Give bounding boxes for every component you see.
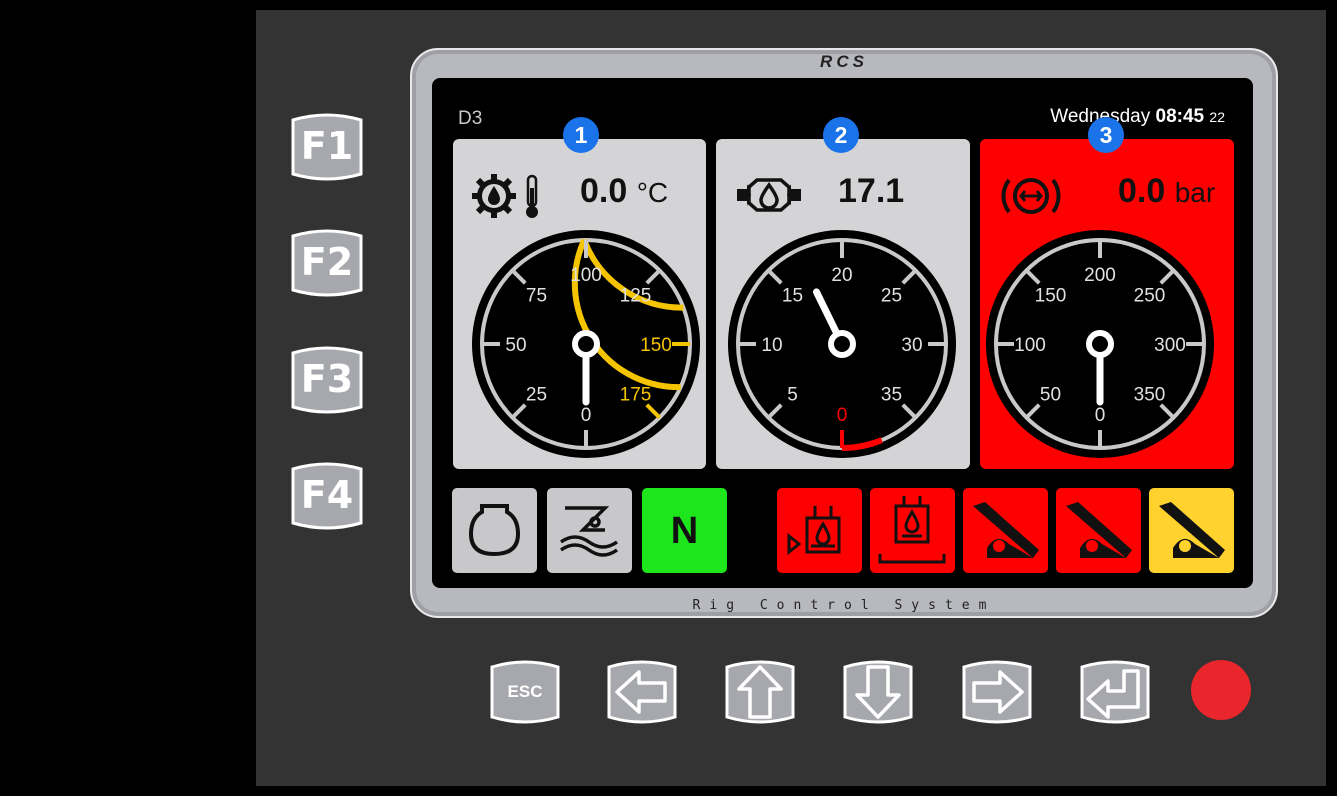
gauge-tick-label: 175 (620, 384, 652, 405)
right-arrow-icon (962, 660, 1032, 724)
right-arrow-button[interactable] (958, 655, 1036, 729)
oil-drop-gear-icon (737, 178, 801, 212)
pedal-icon (973, 502, 1039, 558)
neutral-icon: N (670, 510, 699, 552)
gauge-tick-label: 0 (1095, 405, 1106, 426)
speed-gauge: 0 5 10 15 20 25 30 35 (728, 230, 956, 458)
bucket-icon (559, 506, 619, 557)
pedal-icon (1066, 502, 1132, 558)
gauge-tick-label: 150 (640, 335, 672, 356)
marker-3: 3 (1088, 117, 1124, 153)
up-arrow-button[interactable] (721, 655, 799, 729)
gear-thermometer-icon (472, 174, 538, 218)
status-tile-pedal-3[interactable] (1149, 488, 1234, 573)
gauge-tick-label: 10 (761, 335, 782, 356)
esc-label: ESC (507, 682, 543, 701)
gauge-tick-label: 250 (1134, 286, 1166, 307)
brake-warning-icon (1001, 178, 1061, 214)
f2-key[interactable]: F2 (287, 224, 367, 302)
gauge-tick-label: 100 (570, 265, 602, 286)
gauge-tick-label: 200 (1084, 265, 1116, 286)
gauge-tick-label: 20 (831, 265, 852, 286)
engine-icon (468, 504, 521, 557)
down-arrow-icon (843, 660, 913, 724)
oil-tank-icon (878, 496, 946, 564)
oil-level-icon (787, 506, 841, 556)
f3-key-label: F3 (300, 357, 354, 401)
gauge-tick-label: 35 (881, 384, 902, 405)
status-tile-oil-level[interactable] (777, 488, 862, 573)
status-led (1191, 660, 1251, 720)
esc-button[interactable]: ESC (486, 655, 564, 729)
f4-key[interactable]: F4 (287, 457, 367, 535)
pressure-gauge: 0 50 100 150 200 250 300 350 (986, 230, 1214, 458)
status-tile-neutral[interactable]: N (642, 488, 727, 573)
gauge-hub (828, 330, 856, 358)
f4-key-label: F4 (300, 473, 354, 517)
status-tile-pedal-2[interactable] (1056, 488, 1141, 573)
gauge-tick-label: 25 (881, 286, 902, 307)
clock-time: 08:45 (1155, 106, 1205, 127)
gauge-tick-label: 300 (1154, 335, 1186, 356)
gauge-tick-label: 350 (1134, 384, 1166, 405)
pressure-reading: 0.0 bar (1118, 172, 1215, 211)
temperature-reading: 0.0 °C (580, 172, 668, 211)
gauge-tick-label: 150 (1035, 286, 1067, 307)
gauge-tick-label: 75 (526, 286, 547, 307)
gauge-tick-label: 25 (526, 384, 547, 405)
gauge-hub (1086, 330, 1114, 358)
f2-key-label: F2 (300, 240, 354, 284)
speed-reading: 17.1 (838, 172, 904, 211)
pressure-value: 0.0 (1118, 172, 1166, 210)
page-label: D3 (458, 108, 483, 129)
enter-button[interactable] (1076, 655, 1154, 729)
status-tile-pedal-1[interactable] (963, 488, 1048, 573)
left-arrow-icon (607, 660, 677, 724)
gauge-tick-label: 15 (782, 286, 803, 307)
marker-2: 2 (823, 117, 859, 153)
marker-1: 1 (563, 117, 599, 153)
enter-icon (1080, 660, 1150, 724)
gauge-tick-label: 100 (1014, 335, 1046, 356)
speed-value: 17.1 (838, 172, 905, 210)
temperature-value: 0.0 (580, 172, 628, 210)
up-arrow-icon (725, 660, 795, 724)
gauge-tick-label: 0 (837, 405, 848, 426)
gauge-tick-label: 5 (787, 384, 798, 405)
temperature-gauge: 0 25 50 75 100 125 150 175 (472, 230, 700, 458)
left-arrow-button[interactable] (603, 655, 681, 729)
brand-logo: RCS (820, 52, 868, 71)
f1-key[interactable]: F1 (287, 108, 367, 186)
f1-key-label: F1 (300, 124, 354, 168)
gauge-tick-label: 125 (620, 286, 652, 307)
clock-seconds: 22 (1209, 109, 1225, 125)
gauge-tick-label: 0 (581, 405, 592, 426)
status-tile-engine[interactable] (452, 488, 537, 573)
down-arrow-button[interactable] (839, 655, 917, 729)
gauge-tick-label: 30 (901, 335, 922, 356)
gauge-hub (572, 330, 600, 358)
footer-caption: Rig Control System (692, 598, 996, 613)
temperature-unit: °C (636, 177, 669, 208)
gauge-tick-label: 50 (505, 335, 526, 356)
f3-key[interactable]: F3 (287, 341, 367, 419)
pressure-unit: bar (1174, 177, 1216, 208)
status-tile-bucket[interactable] (547, 488, 632, 573)
status-tile-oil-tank[interactable] (870, 488, 955, 573)
gauge-tick-label: 50 (1040, 384, 1061, 405)
pedal-icon (1159, 502, 1225, 558)
clock: Wednesday 08:45 22 (1050, 106, 1225, 128)
